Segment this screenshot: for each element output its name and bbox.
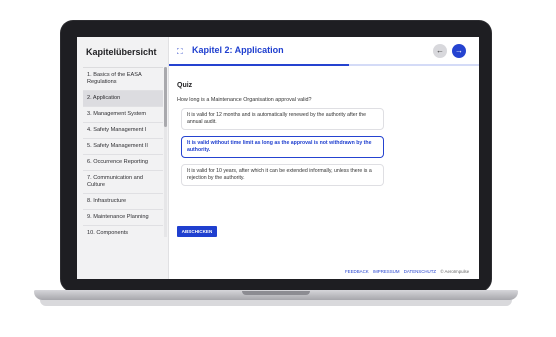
chapter-sidebar: Kapitelübersicht 1. Basics of the EASA R… <box>77 37 169 279</box>
sidebar-scrollbar[interactable] <box>164 67 167 237</box>
sidebar-item-label: 9. Maintenance Planning <box>87 214 149 220</box>
sidebar-item-safety-management-2[interactable]: 5. Safety Management II <box>83 139 163 155</box>
next-chapter-button[interactable]: → <box>452 44 466 58</box>
copyright-text: © AeroImpulse <box>440 269 470 274</box>
sidebar-item-label: 4. Safety Management I <box>87 127 147 133</box>
sidebar-item-maintenance-planning[interactable]: 9. Maintenance Planning <box>83 210 163 226</box>
submit-button[interactable]: ABSCHICKEN <box>177 226 217 237</box>
quiz-heading: Quiz <box>177 82 193 89</box>
sidebar-title: Kapitelübersicht <box>86 47 157 57</box>
answer-option-1[interactable]: It is valid for 12 months and is automat… <box>181 108 384 130</box>
progress-fill <box>169 64 349 66</box>
impressum-link[interactable]: IMPRESSUM <box>373 269 400 274</box>
sidebar-item-communication[interactable]: 7. Communication and Culture <box>83 171 163 194</box>
chapter-list: 1. Basics of the EASA Regulations 2. App… <box>83 67 163 238</box>
answer-option-3[interactable]: It is valid for 10 years, after which it… <box>181 164 384 186</box>
sidebar-item-basics[interactable]: 1. Basics of the EASA Regulations <box>83 68 163 91</box>
sidebar-item-label: 10. Components <box>87 230 129 236</box>
datenschutz-link[interactable]: DATENSCHUTZ <box>404 269 436 274</box>
laptop-notch <box>242 291 310 295</box>
sidebar-item-label: 7. Communication and Culture <box>87 175 143 188</box>
arrow-left-icon: ← <box>436 46 444 55</box>
answer-option-2[interactable]: It is valid without time limit as long a… <box>181 136 384 158</box>
quiz-question: How long is a Maintenance Organisation a… <box>177 97 312 103</box>
page-title: Kapitel 2: Application <box>192 45 284 55</box>
sidebar-item-application[interactable]: 2. Application <box>83 91 163 107</box>
sidebar-item-occurrence-reporting[interactable]: 6. Occurrence Reporting <box>83 155 163 171</box>
laptop-screen: Kapitelübersicht 1. Basics of the EASA R… <box>77 37 479 279</box>
footer-links: FEEDBACK IMPRESSUM DATENSCHUTZ © AeroImp… <box>345 269 472 274</box>
sidebar-item-management-system[interactable]: 3. Management System <box>83 107 163 123</box>
chapter-progress-bar <box>169 64 479 66</box>
arrow-right-icon: → <box>455 46 463 55</box>
sidebar-item-infrastructure[interactable]: 8. Infrastructure <box>83 194 163 210</box>
sidebar-item-safety-management-1[interactable]: 4. Safety Management I <box>83 123 163 139</box>
sidebar-item-components[interactable]: 10. Components <box>83 226 163 238</box>
scrollbar-thumb[interactable] <box>164 67 167 127</box>
sidebar-item-label: 5. Safety Management II <box>87 143 148 149</box>
sidebar-item-label: 1. Basics of the EASA Regulations <box>87 72 142 85</box>
sidebar-item-label: 8. Infrastructure <box>87 198 127 204</box>
quiz-card: Quiz How long is a Maintenance Organisat… <box>171 74 477 237</box>
feedback-link[interactable]: FEEDBACK <box>345 269 369 274</box>
sidebar-item-label: 2. Application <box>87 95 121 101</box>
previous-chapter-button[interactable]: ← <box>433 44 447 58</box>
sidebar-item-label: 6. Occurrence Reporting <box>87 159 148 165</box>
laptop-base-shadow <box>40 300 512 306</box>
expand-icon[interactable]: ⛶ <box>177 47 183 57</box>
sidebar-item-label: 3. Management System <box>87 111 147 117</box>
chapter-header: ⛶ Kapitel 2: Application ← → <box>169 37 479 65</box>
